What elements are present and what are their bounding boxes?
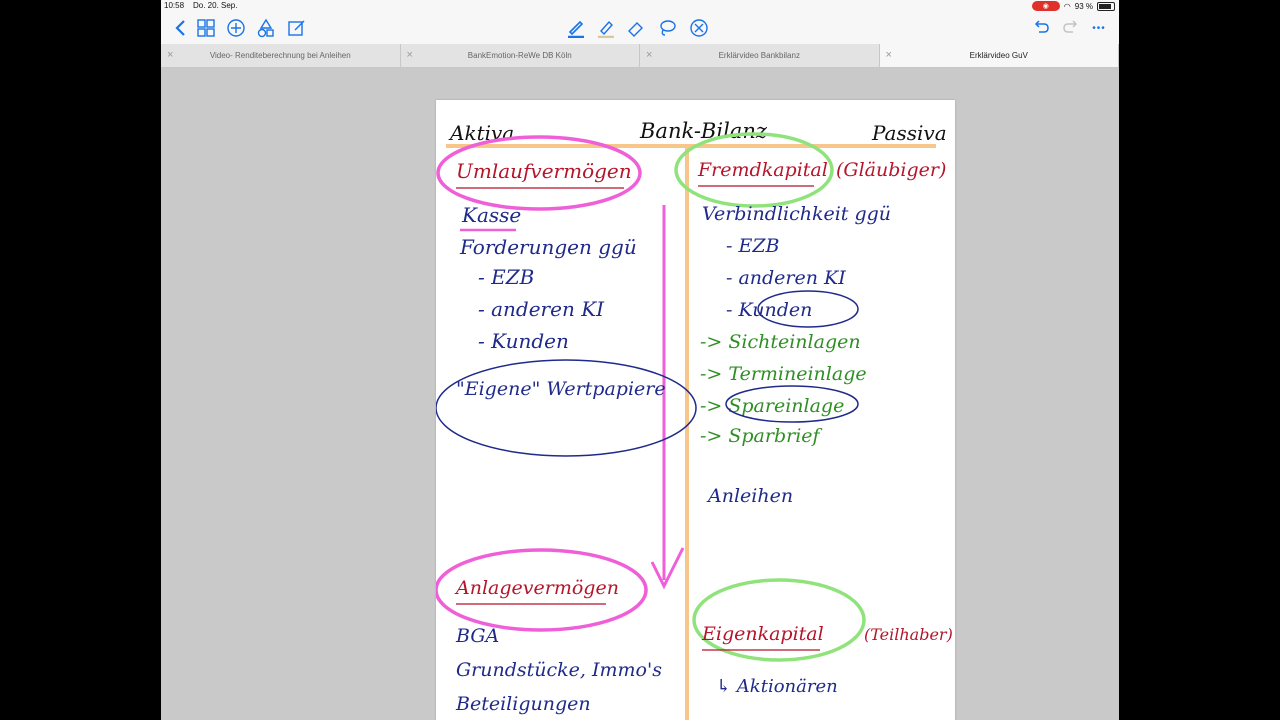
header-title: Bank-Bilanz (639, 119, 768, 143)
label-anlagevermoegen: Anlagevermögen (454, 577, 619, 599)
highlight-ellipse-eigen (692, 578, 866, 662)
label-kasse: Kasse (461, 203, 521, 227)
label-v-ki: - anderen KI (726, 267, 846, 289)
handwriting-canvas: Aktiva Bank-Bilanz Passiva Umlaufvermöge… (436, 119, 953, 720)
tab-bar: × Video- Renditeberechnung bei Anleihen … (161, 44, 1119, 68)
label-sichteinlagen: -> Sichteinlagen (700, 331, 861, 353)
more-icon[interactable]: ••• (1087, 16, 1111, 40)
label-v-kunden: - Kunden (726, 299, 812, 321)
tab-3[interactable]: × Erklärvideo GuV (879, 44, 1119, 67)
toolbar: ••• (161, 12, 1119, 44)
close-icon[interactable]: × (886, 49, 892, 61)
ellipse-wertpapiere (436, 359, 697, 457)
label-wertpapiere: "Eigene" Wertpapiere (456, 378, 666, 400)
status-date: Do. 20. Sep. (193, 1, 238, 10)
add-icon[interactable] (224, 16, 248, 40)
close-icon[interactable]: × (407, 49, 413, 61)
label-grundstuecke: Grundstücke, Immo's (456, 659, 662, 681)
back-chevron-icon[interactable] (169, 16, 193, 40)
label-glaeubiger: (Gläubiger) (836, 159, 946, 181)
tab-label: Video- Renditeberechnung bei Anleihen (209, 51, 351, 60)
status-bar: 10:58 Do. 20. Sep. ◉ ◠ 93 % (161, 0, 1119, 12)
label-fremdkapital: Fremdkapital (697, 159, 828, 181)
eraser-icon[interactable] (624, 16, 648, 40)
label-termineinlage: -> Termineinlage (700, 363, 867, 385)
status-time: 10:58 (164, 1, 185, 10)
tab-0[interactable]: × Video- Renditeberechnung bei Anleihen (161, 44, 401, 67)
tab-label: BankEmotion-ReWe DB Köln (467, 51, 572, 60)
redo-icon[interactable] (1059, 16, 1083, 40)
ipad-screen: 10:58 Do. 20. Sep. ◉ ◠ 93 % ••• × Video-… (161, 0, 1119, 720)
label-aktionaere: ↳ Aktionären (716, 676, 838, 697)
label-sparbrief: -> Sparbrief (700, 425, 823, 447)
label-anleihen: Anleihen (706, 485, 793, 507)
label-bga: BGA (455, 625, 499, 647)
note-page[interactable]: Aktiva Bank-Bilanz Passiva Umlaufvermöge… (436, 100, 955, 720)
label-umlaufvermoegen: Umlaufvermögen (456, 159, 632, 183)
label-f-ezb: - EZB (478, 265, 534, 289)
lasso-icon[interactable] (655, 16, 679, 40)
shapes-icon[interactable] (254, 16, 278, 40)
label-f-ki: - anderen KI (478, 297, 605, 321)
label-f-kunden: - Kunden (478, 329, 569, 353)
wifi-icon: ◠ (1063, 1, 1071, 11)
tab-2[interactable]: × Erklärvideo Bankbilanz (640, 44, 880, 67)
label-forderungen: Forderungen ggü (459, 235, 637, 259)
status-right: ◉ ◠ 93 % (1031, 0, 1115, 12)
edit-icon[interactable] (285, 16, 309, 40)
battery-icon (1097, 1, 1115, 11)
close-icon[interactable]: × (646, 49, 652, 61)
label-v-ezb: - EZB (726, 235, 780, 257)
close-icon[interactable]: × (167, 49, 173, 61)
undo-icon[interactable] (1029, 16, 1053, 40)
label-teilhaber: (Teilhaber) (864, 625, 953, 644)
tab-label: Erklärvideo GuV (969, 51, 1028, 60)
battery-label: 93 % (1074, 1, 1093, 11)
flow-arrow-head (650, 547, 685, 590)
grid-icon[interactable] (194, 16, 218, 40)
header-aktiva: Aktiva (448, 121, 514, 145)
pen-icon[interactable] (564, 16, 588, 40)
header-passiva: Passiva (871, 121, 947, 145)
tab-label: Erklärvideo Bankbilanz (718, 51, 800, 60)
label-spareinlage: -> Spareinlage (700, 395, 844, 417)
recording-icon: ◉ (1031, 1, 1060, 11)
label-eigenkapital: Eigenkapital (701, 623, 824, 645)
label-verbindlichkeit: Verbindlichkeit ggü (702, 203, 891, 225)
tab-1[interactable]: × BankEmotion-ReWe DB Köln (401, 44, 640, 67)
close-circle-icon[interactable] (687, 16, 711, 40)
highlighter-icon[interactable] (594, 16, 618, 40)
label-beteiligungen: Beteiligungen (455, 693, 591, 715)
